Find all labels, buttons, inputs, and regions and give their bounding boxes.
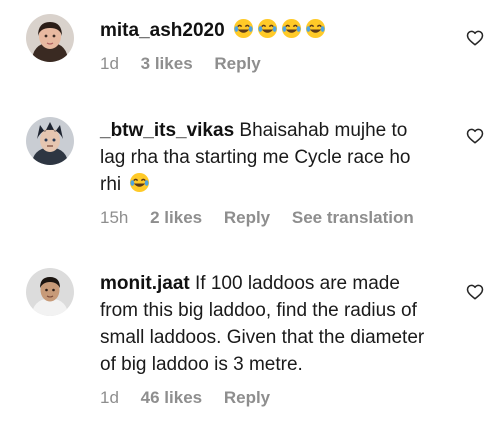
reply-button[interactable]: Reply <box>214 54 260 73</box>
tears-of-joy-icon <box>233 18 254 39</box>
comment-time: 1d <box>100 388 119 407</box>
reply-button[interactable]: Reply <box>224 388 270 407</box>
tears-of-joy-icon <box>281 18 302 39</box>
avatar[interactable] <box>26 14 74 62</box>
comment-time: 1d <box>100 54 119 73</box>
comment-text: monit.jaat If 100 laddoos are made from … <box>100 270 430 378</box>
comment-text: mita_ash2020 <box>100 17 430 44</box>
tears-of-joy-icon <box>129 172 150 193</box>
likes-count[interactable]: 46 likes <box>141 388 202 407</box>
heart-outline-icon[interactable] <box>466 283 484 301</box>
see-translation-button[interactable]: See translation <box>292 208 414 227</box>
comment-meta: 1d 46 likes Reply <box>100 388 430 408</box>
tears-of-joy-icon <box>257 18 278 39</box>
comment-meta: 15h 2 likes Reply See translation <box>100 208 430 228</box>
heart-outline-icon[interactable] <box>466 29 484 47</box>
heart-outline-icon[interactable] <box>466 127 484 145</box>
comment-text: _btw_its_vikas Bhaisahab mujhe to lag rh… <box>100 117 430 198</box>
comment-username[interactable]: mita_ash2020 <box>100 20 225 41</box>
likes-count[interactable]: 2 likes <box>150 208 202 227</box>
avatar[interactable] <box>26 117 74 165</box>
reply-button[interactable]: Reply <box>224 208 270 227</box>
avatar[interactable] <box>26 268 74 316</box>
comment-username[interactable]: monit.jaat <box>100 273 190 294</box>
comment-username[interactable]: _btw_its_vikas <box>100 120 234 141</box>
comment-meta: 1d 3 likes Reply <box>100 54 430 74</box>
comment-time: 15h <box>100 208 129 227</box>
tears-of-joy-icon <box>305 18 326 39</box>
likes-count[interactable]: 3 likes <box>141 54 193 73</box>
